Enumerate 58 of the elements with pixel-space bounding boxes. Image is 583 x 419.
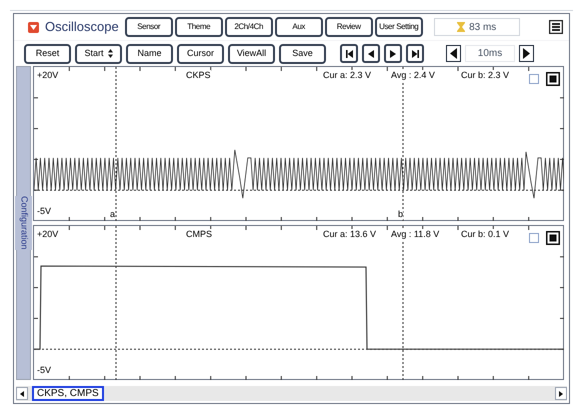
cursor-a-reading: Cur a: 13.6 V (323, 229, 376, 240)
scroll-left-button[interactable] (16, 387, 28, 400)
toolbar-button[interactable]: Name (126, 44, 173, 64)
cursor-line[interactable] (402, 226, 404, 380)
scale-max-label: +20V (37, 229, 58, 240)
horizontal-scrollbar[interactable]: CKPS, CMPS (16, 386, 567, 401)
tab-label: Configuration (14, 196, 32, 250)
toolbar-button[interactable]: Theme (174, 17, 223, 37)
scroll-right-button[interactable] (555, 387, 567, 400)
toolbar-button[interactable]: ViewAll (228, 44, 275, 64)
scale-max-label: +20V (37, 70, 58, 81)
toolbar-button[interactable]: Cursor (177, 44, 224, 64)
toolbar-button[interactable]: User Setting (374, 17, 423, 37)
filled-square-icon[interactable] (546, 231, 560, 245)
cursor-label: b (398, 209, 404, 220)
channel-tag: CKPS, CMPS (32, 386, 104, 401)
skip-start-icon (346, 50, 352, 58)
average-reading: Avg : 2.4 V (391, 70, 435, 81)
toolbar-button[interactable]: Reset (24, 44, 71, 64)
back-button[interactable] (362, 44, 380, 63)
right-arrow-icon (559, 390, 563, 396)
checkbox-icon[interactable] (529, 74, 539, 84)
toolbar-button[interactable]: Sensor (124, 17, 173, 37)
app-title: Oscilloscope (45, 18, 119, 36)
checkbox-icon[interactable] (529, 233, 539, 243)
channel-name: CKPS (186, 70, 211, 81)
cursor-a-reading: Cur a: 2.3 V (323, 70, 372, 81)
hourglass-icon (457, 22, 466, 32)
scale-min-label: -5V (37, 206, 52, 217)
toolbar-button[interactable]: Save (279, 44, 326, 64)
cursor-b-reading: Cur b: 2.3 V (461, 70, 510, 81)
cursor-b-reading: Cur b: 0.1 V (461, 229, 510, 240)
sample-time-field: 83 ms (434, 18, 520, 36)
channel-name: CMPS (186, 229, 212, 240)
cursor-label: a (110, 209, 116, 220)
cursor-line[interactable] (402, 67, 404, 221)
left-arrow-icon (368, 50, 374, 58)
start-spinner[interactable]: Start (75, 44, 122, 64)
right-arrow-icon (390, 50, 396, 58)
left-arrow-icon (450, 48, 457, 59)
right-arrow-icon (523, 48, 530, 59)
dropdown-icon[interactable] (28, 22, 39, 32)
skip-end-icon (412, 50, 418, 58)
play-button[interactable] (384, 44, 402, 63)
first-button[interactable] (340, 44, 358, 63)
average-reading: Avg : 11.8 V (391, 229, 440, 240)
previous-button[interactable] (446, 45, 461, 62)
menu-icon[interactable] (549, 20, 563, 34)
toolbar-button[interactable]: 2Ch/4Ch (224, 17, 273, 37)
configuration-tab[interactable]: Configuration (16, 66, 31, 380)
toolbar-button[interactable]: Aux (274, 17, 323, 37)
toolbar-button[interactable]: Review (324, 17, 373, 37)
time-base-field[interactable]: 10ms (465, 45, 515, 62)
left-arrow-icon (20, 390, 24, 396)
next-button[interactable] (519, 45, 534, 62)
last-button[interactable] (406, 44, 424, 63)
filled-square-icon[interactable] (546, 72, 560, 86)
scale-min-label: -5V (37, 365, 52, 376)
